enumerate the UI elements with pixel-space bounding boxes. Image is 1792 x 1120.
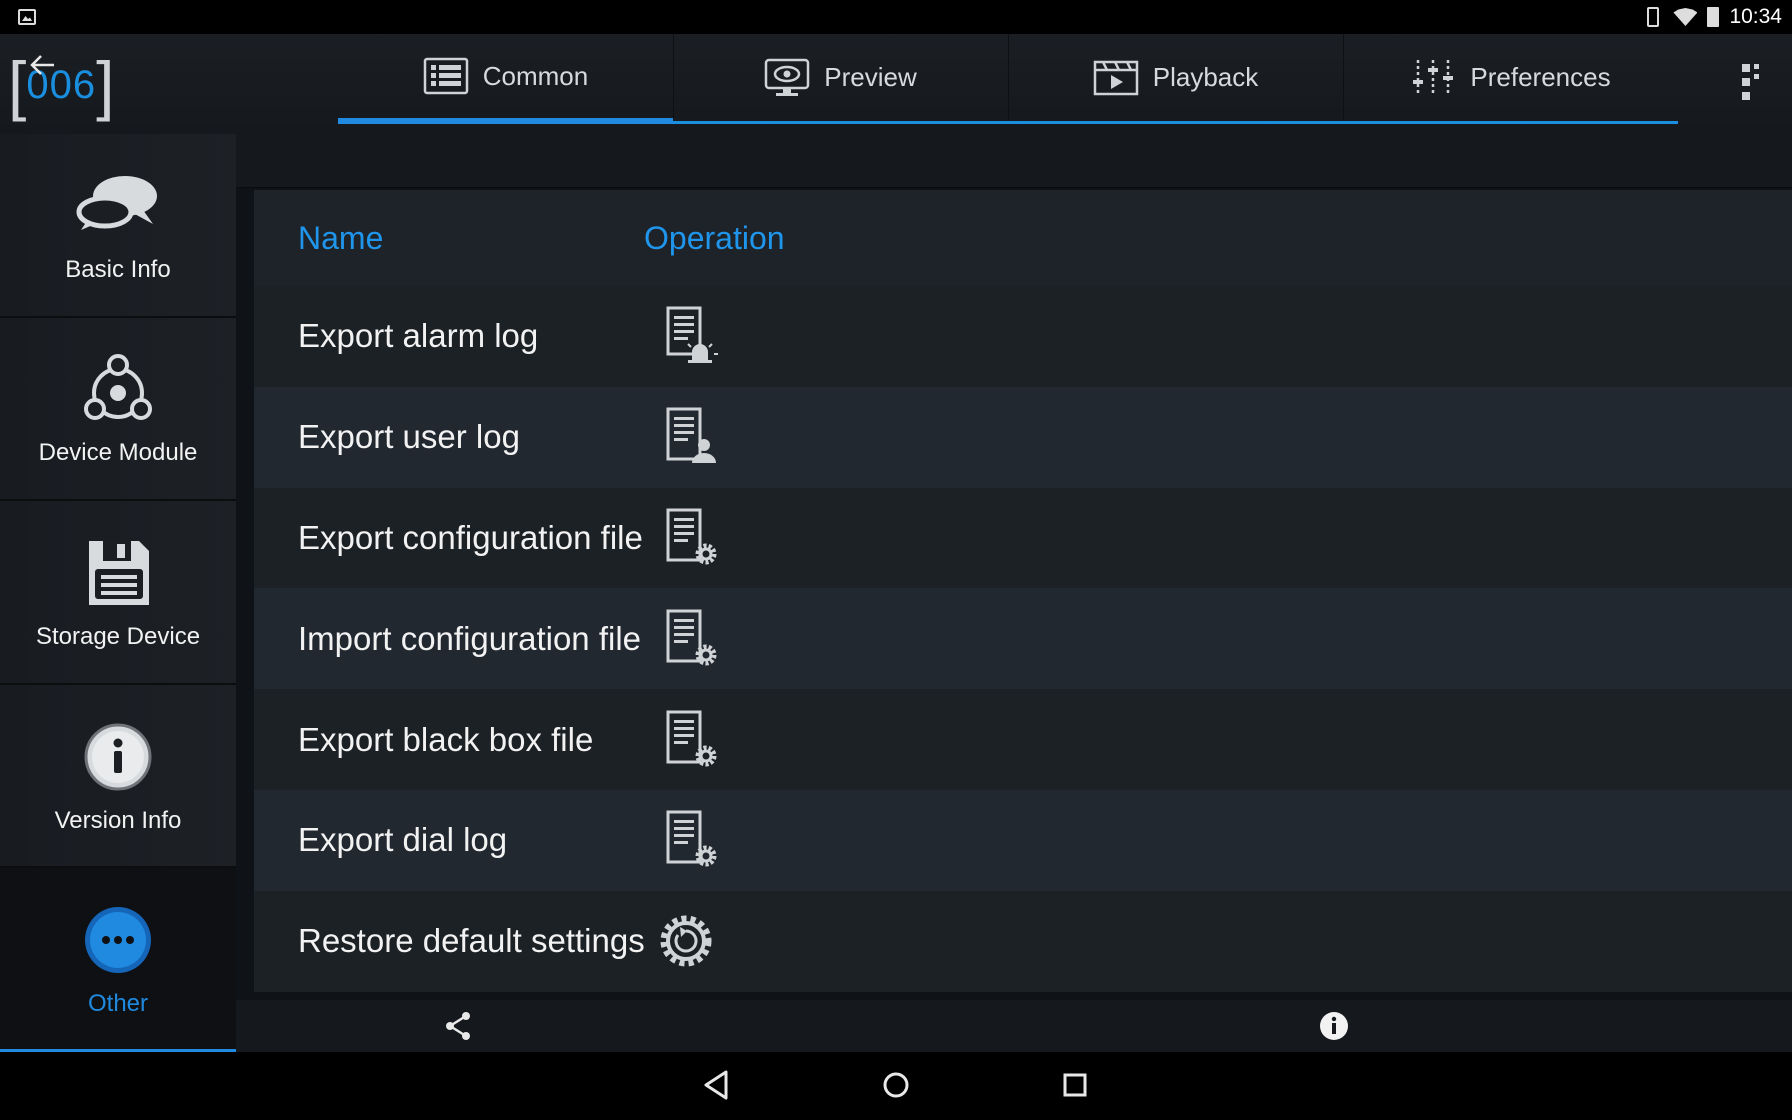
log-gear-icon[interactable] bbox=[654, 506, 734, 570]
table-row: Export dial log bbox=[254, 789, 1792, 891]
sidebar-item-label: Device Module bbox=[38, 439, 198, 467]
more-dots-icon bbox=[85, 906, 151, 973]
row-name: Export dial log bbox=[298, 821, 508, 859]
table-row: Export alarm log bbox=[254, 286, 1792, 387]
tab-playback[interactable]: Playback bbox=[1008, 34, 1343, 124]
channel-logo: [ 006 ] bbox=[8, 48, 115, 122]
operations-table: Name Operation Export alarm log Export u… bbox=[254, 190, 1792, 992]
sidebar-item-storage-device[interactable]: Storage Device bbox=[0, 501, 236, 685]
row-name: Import configuration file bbox=[298, 619, 642, 657]
sliders-icon bbox=[1413, 59, 1454, 96]
content-toolbar bbox=[236, 134, 1792, 188]
column-header-operation: Operation bbox=[644, 219, 785, 256]
logo-bracket-left: [ bbox=[8, 48, 27, 122]
log-gear-icon[interactable] bbox=[654, 708, 734, 772]
table-row: Export user log bbox=[254, 386, 1792, 488]
sidebar-item-basic-info[interactable]: Basic Info bbox=[0, 134, 236, 318]
main-content: Name Operation Export alarm log Export u… bbox=[236, 134, 1792, 1052]
sidebar-item-label: Storage Device bbox=[35, 622, 201, 650]
log-gear-icon[interactable] bbox=[654, 607, 734, 671]
back-nav-icon[interactable] bbox=[700, 1068, 734, 1102]
vibrate-icon bbox=[1647, 7, 1660, 27]
floppy-disk-icon bbox=[89, 540, 149, 605]
log-user-icon[interactable] bbox=[654, 405, 734, 469]
back-arrow-icon[interactable] bbox=[28, 50, 58, 80]
clock: 10:34 bbox=[1729, 5, 1782, 28]
tab-bar: Common Preview Playback Preferences bbox=[338, 34, 1678, 124]
table-row: Restore default settings bbox=[254, 890, 1792, 992]
tab-label: Preview bbox=[824, 62, 917, 92]
recents-nav-icon[interactable] bbox=[1058, 1068, 1092, 1102]
logo-bracket-right: ] bbox=[96, 48, 115, 122]
log-alarm-icon[interactable] bbox=[654, 304, 734, 368]
table-header: Name Operation bbox=[254, 190, 1792, 286]
row-name: Export configuration file bbox=[298, 518, 643, 556]
tab-label: Playback bbox=[1152, 62, 1259, 92]
sidebar-item-label: Basic Info bbox=[65, 255, 171, 283]
tab-label: Preferences bbox=[1470, 62, 1611, 92]
bottom-toolbar bbox=[236, 1000, 1792, 1052]
tab-preview[interactable]: Preview bbox=[673, 34, 1008, 124]
status-icons: 10:34 bbox=[1643, 0, 1782, 34]
info-circle-icon bbox=[84, 723, 152, 791]
sidebar-item-other[interactable]: Other bbox=[0, 868, 236, 1052]
tab-common[interactable]: Common bbox=[338, 34, 673, 124]
wifi-icon bbox=[1673, 8, 1698, 26]
chat-bubbles-icon bbox=[76, 175, 157, 230]
system-navigation-bar bbox=[0, 1052, 1792, 1120]
gallery-notification-icon bbox=[18, 9, 36, 25]
share-icon[interactable] bbox=[442, 1010, 474, 1042]
sidebar: Basic Info Device Module Storage Device bbox=[0, 134, 236, 1052]
row-name: Export black box file bbox=[298, 720, 594, 758]
overflow-menu-icon[interactable] bbox=[1742, 60, 1762, 110]
table-body: Export alarm log Export user log Export … bbox=[254, 286, 1792, 992]
tab-preferences[interactable]: Preferences bbox=[1343, 34, 1678, 124]
row-name: Export alarm log bbox=[298, 317, 539, 355]
monitor-eye-icon bbox=[765, 58, 810, 96]
home-nav-icon[interactable] bbox=[879, 1068, 913, 1102]
restore-gear-icon[interactable] bbox=[654, 909, 734, 973]
info-icon[interactable] bbox=[1318, 1010, 1350, 1042]
sidebar-item-version-info[interactable]: Version Info bbox=[0, 684, 236, 869]
table-row: Export black box file bbox=[254, 689, 1792, 790]
sidebar-item-label: Version Info bbox=[54, 806, 182, 834]
sidebar-item-device-module[interactable]: Device Module bbox=[0, 317, 236, 502]
log-gear-icon[interactable] bbox=[654, 808, 734, 872]
table-row: Import configuration file bbox=[254, 588, 1792, 690]
grid-list-icon bbox=[423, 57, 468, 95]
modules-icon bbox=[84, 354, 152, 421]
sidebar-item-label: Other bbox=[87, 989, 149, 1017]
film-play-icon bbox=[1093, 60, 1138, 95]
status-bar: 10:34 bbox=[0, 0, 1792, 34]
top-bar: [ 006 ] Common Preview Playback Preferen… bbox=[0, 34, 1792, 134]
column-header-name: Name bbox=[298, 219, 384, 256]
tab-label: Common bbox=[482, 60, 589, 91]
row-name: Export user log bbox=[298, 418, 520, 456]
battery-icon bbox=[1707, 7, 1720, 27]
row-name: Restore default settings bbox=[298, 922, 645, 960]
table-row: Export configuration file bbox=[254, 487, 1792, 589]
